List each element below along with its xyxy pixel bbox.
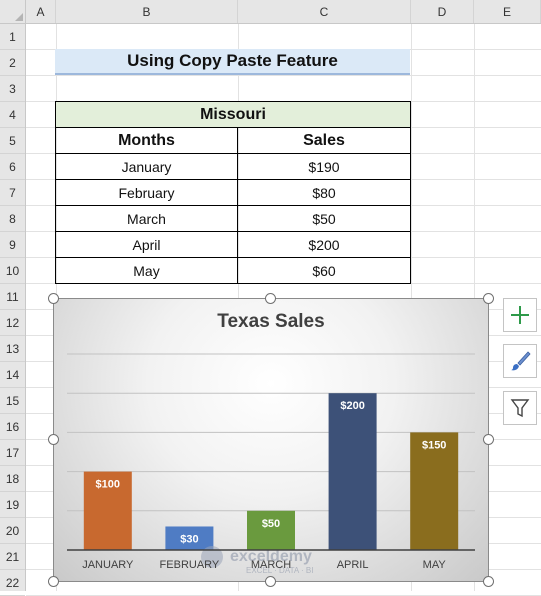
resize-handle-left[interactable] (48, 434, 59, 445)
table-row: May $60 (55, 257, 411, 284)
chart-elements-button[interactable] (503, 298, 537, 332)
resize-handle-top-right[interactable] (483, 293, 494, 304)
row-header[interactable]: 19 (0, 492, 25, 518)
filter-icon (510, 399, 530, 418)
row-header[interactable]: 4 (0, 102, 25, 128)
month-cell[interactable]: May (55, 257, 238, 284)
select-all-corner[interactable] (0, 0, 26, 24)
table-row: February $80 (55, 179, 411, 206)
category-label[interactable]: FEBRUARY (160, 559, 220, 571)
row-header[interactable]: 8 (0, 206, 25, 232)
row-header[interactable]: 6 (0, 154, 25, 180)
column-header-e[interactable]: E (474, 0, 541, 23)
column-headers: A B C D E (26, 0, 541, 24)
row-header[interactable]: 12 (0, 310, 25, 336)
months-header[interactable]: Months (55, 127, 238, 154)
month-cell[interactable]: February (55, 179, 238, 206)
chart-category-labels: JANUARY FEBRUARY MARCH APRIL MAY (82, 559, 446, 571)
select-all-triangle (15, 13, 23, 21)
row-header[interactable]: 13 (0, 336, 25, 362)
column-header-c[interactable]: C (238, 0, 411, 23)
chart-bar[interactable] (328, 393, 377, 550)
data-label[interactable]: $200 (340, 400, 364, 412)
data-label[interactable]: $150 (422, 439, 446, 451)
row-header[interactable]: 10 (0, 258, 25, 284)
row-header[interactable]: 3 (0, 76, 25, 102)
category-label[interactable]: MARCH (251, 559, 291, 571)
row-header[interactable]: 15 (0, 388, 25, 414)
data-label[interactable]: $50 (262, 518, 280, 530)
resize-handle-top-left[interactable] (48, 293, 59, 304)
row-header[interactable]: 16 (0, 414, 25, 440)
sales-cell[interactable]: $200 (237, 231, 411, 258)
table-state-header[interactable]: Missouri (55, 101, 411, 128)
grid-line (26, 75, 541, 76)
row-header[interactable]: 9 (0, 232, 25, 258)
row-header[interactable]: 1 (0, 24, 25, 50)
row-header[interactable]: 11 (0, 284, 25, 310)
category-label[interactable]: JANUARY (82, 559, 134, 571)
row-header[interactable]: 18 (0, 466, 25, 492)
month-cell[interactable]: March (55, 205, 238, 232)
row-header[interactable]: 17 (0, 440, 25, 466)
column-header-b[interactable]: B (56, 0, 238, 23)
data-label[interactable]: $100 (96, 479, 120, 491)
column-header-a[interactable]: A (26, 0, 56, 23)
row-header[interactable]: 22 (0, 570, 25, 596)
chart-bar[interactable] (247, 510, 295, 550)
row-header[interactable]: 14 (0, 362, 25, 388)
sales-header[interactable]: Sales (237, 127, 411, 154)
chart-area[interactable]: $100 $30 $50 $200 $150 exceldemy EXCEL · DAT… (53, 298, 489, 582)
column-header-d[interactable]: D (411, 0, 474, 23)
sales-cell[interactable]: $80 (237, 179, 411, 206)
table-row: March $50 (55, 205, 411, 232)
sales-cell[interactable]: $190 (237, 153, 411, 180)
resize-handle-bottom-left[interactable] (48, 576, 59, 587)
sales-cell[interactable]: $50 (237, 205, 411, 232)
row-header[interactable]: 7 (0, 180, 25, 206)
row-header[interactable]: 20 (0, 518, 25, 544)
category-label[interactable]: MAY (423, 559, 447, 571)
resize-handle-right[interactable] (483, 434, 494, 445)
category-label[interactable]: APRIL (337, 559, 369, 571)
row-header[interactable]: 21 (0, 544, 25, 570)
table-row: January $190 (55, 153, 411, 180)
bar-chart: $100$30$50$200$150 exceldemy EXCEL · DAT… (67, 353, 475, 575)
table-row: April $200 (55, 231, 411, 258)
resize-handle-bottom[interactable] (265, 576, 276, 587)
sales-cell[interactable]: $60 (237, 257, 411, 284)
month-cell[interactable]: April (55, 231, 238, 258)
sheet-title[interactable]: Using Copy Paste Feature (55, 49, 410, 75)
chart-filters-button[interactable] (503, 391, 537, 425)
data-label[interactable]: $30 (180, 533, 198, 545)
chart-title[interactable]: Texas Sales (54, 311, 488, 333)
chart-styles-button[interactable] (503, 344, 537, 378)
resize-handle-bottom-right[interactable] (483, 576, 494, 587)
plus-icon (511, 306, 529, 324)
row-header[interactable]: 2 (0, 50, 25, 76)
row-headers: 1 2 3 4 5 6 7 8 9 10 11 12 13 14 15 16 17 18 19 20 21 22 (0, 24, 26, 596)
month-cell[interactable]: January (55, 153, 238, 180)
sales-table: Missouri Months Sales January $190 Febru… (55, 101, 411, 284)
brush-icon (511, 351, 531, 371)
row-header[interactable]: 5 (0, 128, 25, 154)
resize-handle-top[interactable] (265, 293, 276, 304)
